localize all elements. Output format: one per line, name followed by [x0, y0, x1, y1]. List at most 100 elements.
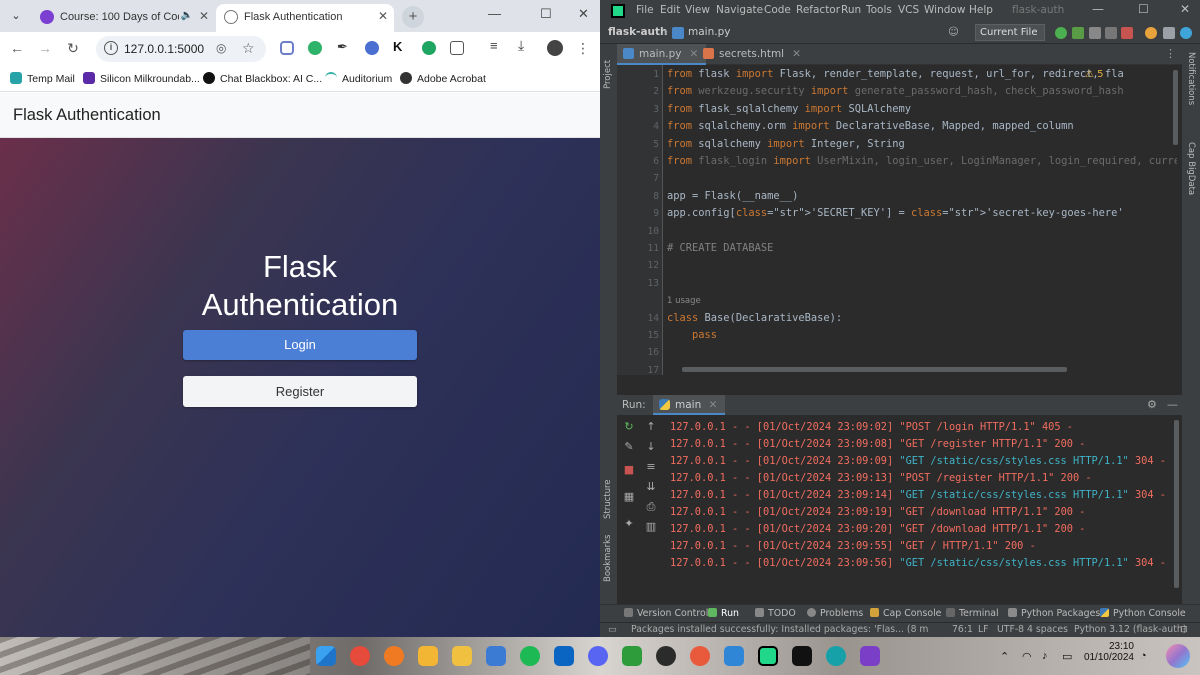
bookmarks-tool-button[interactable]: Bookmarks: [603, 535, 613, 583]
menu-refactor[interactable]: Refactor: [796, 4, 840, 16]
code-line[interactable]: app = Flask(__name__): [667, 190, 798, 202]
layout-icon[interactable]: ▦: [622, 490, 636, 503]
search-everywhere-icon[interactable]: [1163, 27, 1175, 39]
log-line[interactable]: 127.0.0.1 - - [01/Oct/2024 23:09:02] "PO…: [670, 421, 1073, 433]
eye-extension-icon[interactable]: [308, 41, 322, 55]
tool-tab-todo[interactable]: TODO: [755, 608, 796, 619]
shield-extension-icon[interactable]: [280, 41, 294, 55]
hide-panel-icon[interactable]: —: [1167, 398, 1178, 411]
green-extension-icon[interactable]: [422, 41, 436, 55]
status-message[interactable]: Packages installed successfully: Install…: [631, 624, 929, 635]
pycharm-taskbar-icon[interactable]: [758, 646, 778, 666]
code-area[interactable]: from flask import Flask, render_template…: [667, 65, 1177, 370]
tool-tab-python-console[interactable]: Python Console: [1100, 608, 1186, 619]
run-tab-main[interactable]: main ✕: [653, 395, 726, 415]
login-button[interactable]: Login: [183, 330, 417, 360]
tab-main-py[interactable]: main.py ✕: [617, 44, 707, 65]
bookmark-star-icon[interactable]: ☆: [242, 40, 255, 57]
code-editor[interactable]: 1 2 3 4 5 6 7 8 9 10 11 12 13 14 15 16 17 from flask imp…: [617, 65, 1182, 376]
tab-course[interactable]: Course: 100 Days of Code: T 🔈 ✕: [32, 4, 215, 32]
usage-hint[interactable]: 1 usage: [667, 296, 701, 306]
stop-icon[interactable]: [1121, 27, 1133, 39]
file-explorer-icon[interactable]: [418, 646, 438, 666]
bookmark-adobe-acrobat[interactable]: Adobe Acrobat: [400, 72, 486, 85]
coverage-icon[interactable]: [1089, 27, 1101, 39]
code-line[interactable]: app.config[class="str">'SECRET_KEY'] = c…: [667, 207, 1124, 219]
bookmark-auditorium[interactable]: Auditorium: [325, 72, 392, 85]
menu-run[interactable]: Run: [841, 4, 861, 16]
tab-flask-authentication[interactable]: Flask Authentication ✕: [216, 4, 394, 32]
menu-tools[interactable]: Tools: [866, 4, 892, 16]
close-icon[interactable]: ✕: [709, 399, 718, 411]
menu-file[interactable]: File: [636, 4, 654, 16]
feedback-icon[interactable]: [486, 646, 506, 666]
rerun-icon[interactable]: ↻: [622, 420, 636, 433]
tool-tab-version-control[interactable]: Version Control: [624, 608, 708, 619]
menu-window[interactable]: Window: [924, 4, 965, 16]
info-icon[interactable]: i: [104, 41, 118, 55]
run-console-output[interactable]: 127.0.0.1 - - [01/Oct/2024 23:09:02] "PO…: [662, 415, 1172, 600]
horizontal-scrollbar[interactable]: [682, 367, 1067, 372]
line-separator[interactable]: LF: [978, 624, 989, 635]
trash-icon[interactable]: ▥: [644, 520, 658, 533]
battery-icon[interactable]: ▭: [1062, 650, 1072, 663]
wifi-icon[interactable]: ◠: [1022, 650, 1032, 663]
vscode-icon[interactable]: [724, 646, 744, 666]
minimize-button[interactable]: —: [488, 6, 501, 21]
breadcrumb-project[interactable]: flask-auth: [608, 26, 668, 38]
media-player-icon[interactable]: [452, 646, 472, 666]
warning-indicator[interactable]: ⚠ 5: [1085, 69, 1104, 80]
tab-secrets-html[interactable]: secrets.html ✕: [697, 44, 809, 65]
log-line[interactable]: 127.0.0.1 - - [01/Oct/2024 23:09:56] "GE…: [670, 557, 1166, 569]
tool-tab-run[interactable]: Run: [708, 608, 739, 619]
code-line[interactable]: from sqlalchemy.orm import DeclarativeBa…: [667, 120, 1074, 132]
menu-vcs[interactable]: VCS: [898, 4, 919, 16]
user-icon[interactable]: ☺: [948, 26, 959, 38]
back-icon[interactable]: ←: [8, 40, 26, 56]
intellij-icon[interactable]: [792, 646, 812, 666]
clock[interactable]: 23:10 01/10/2024: [1082, 641, 1134, 663]
tab-search-icon[interactable]: ⌄: [6, 6, 26, 26]
circle-extension-icon[interactable]: [365, 41, 379, 55]
debug-icon[interactable]: [1072, 27, 1084, 39]
breadcrumb-file[interactable]: main.py: [688, 26, 730, 38]
volume-icon[interactable]: ♪: [1042, 650, 1048, 662]
code-line[interactable]: pass: [667, 329, 717, 341]
maximize-button[interactable]: ☐: [1138, 2, 1149, 16]
code-line[interactable]: class Base(DeclarativeBase):: [667, 312, 842, 324]
cursor-position[interactable]: 76:1: [952, 624, 973, 635]
notification-bell-icon[interactable]: ◔: [1140, 650, 1147, 662]
more-tabs-icon[interactable]: ⋮: [1165, 47, 1176, 60]
torrent-icon[interactable]: [622, 646, 642, 666]
chevron-up-icon[interactable]: ⌃: [1000, 650, 1009, 663]
url-text[interactable]: 127.0.0.1:5000: [124, 42, 204, 56]
vertical-scrollbar[interactable]: [1173, 70, 1178, 145]
bookmark-silicon-milkroundabout[interactable]: Silicon Milkroundab...: [83, 72, 200, 85]
register-button[interactable]: Register: [183, 376, 417, 407]
log-line[interactable]: 127.0.0.1 - - [01/Oct/2024 23:09:14] "GE…: [670, 489, 1166, 501]
reload-icon[interactable]: ↻: [64, 40, 82, 57]
console-scrollbar[interactable]: [1174, 420, 1179, 588]
address-bar[interactable]: i 127.0.0.1:5000 ◎ ☆: [96, 36, 266, 62]
arduino-icon[interactable]: [826, 646, 846, 666]
discord-icon[interactable]: [588, 646, 608, 666]
speaker-icon[interactable]: 🔈: [181, 10, 193, 21]
file-encoding[interactable]: UTF-8: [997, 624, 1024, 635]
more-menu-icon[interactable]: ⋮: [574, 40, 592, 57]
bookmark-temp-mail[interactable]: Temp Mail: [10, 72, 75, 85]
menu-edit[interactable]: Edit: [660, 4, 680, 16]
code-line[interactable]: # CREATE DATABASE: [667, 242, 773, 254]
menu-view[interactable]: View: [685, 4, 710, 16]
reading-list-icon[interactable]: ≡: [490, 38, 504, 53]
tool-tab-problems[interactable]: Problems: [807, 608, 863, 619]
scroll-to-end-icon[interactable]: ⇊: [644, 480, 658, 493]
avatar[interactable]: [547, 40, 563, 56]
settings-gear-icon[interactable]: ⚙: [1147, 398, 1157, 411]
structure-tool-button[interactable]: Structure: [603, 479, 613, 519]
notifications-tool-button[interactable]: Notifications: [1186, 52, 1196, 105]
log-line[interactable]: 127.0.0.1 - - [01/Oct/2024 23:09:55] "GE…: [670, 540, 1036, 552]
jetbrains-icon[interactable]: [1180, 27, 1192, 39]
scroll-up-icon[interactable]: ↑: [644, 420, 658, 433]
log-line[interactable]: 127.0.0.1 - - [01/Oct/2024 23:09:20] "GE…: [670, 523, 1085, 535]
minimize-button[interactable]: —: [1092, 2, 1104, 16]
